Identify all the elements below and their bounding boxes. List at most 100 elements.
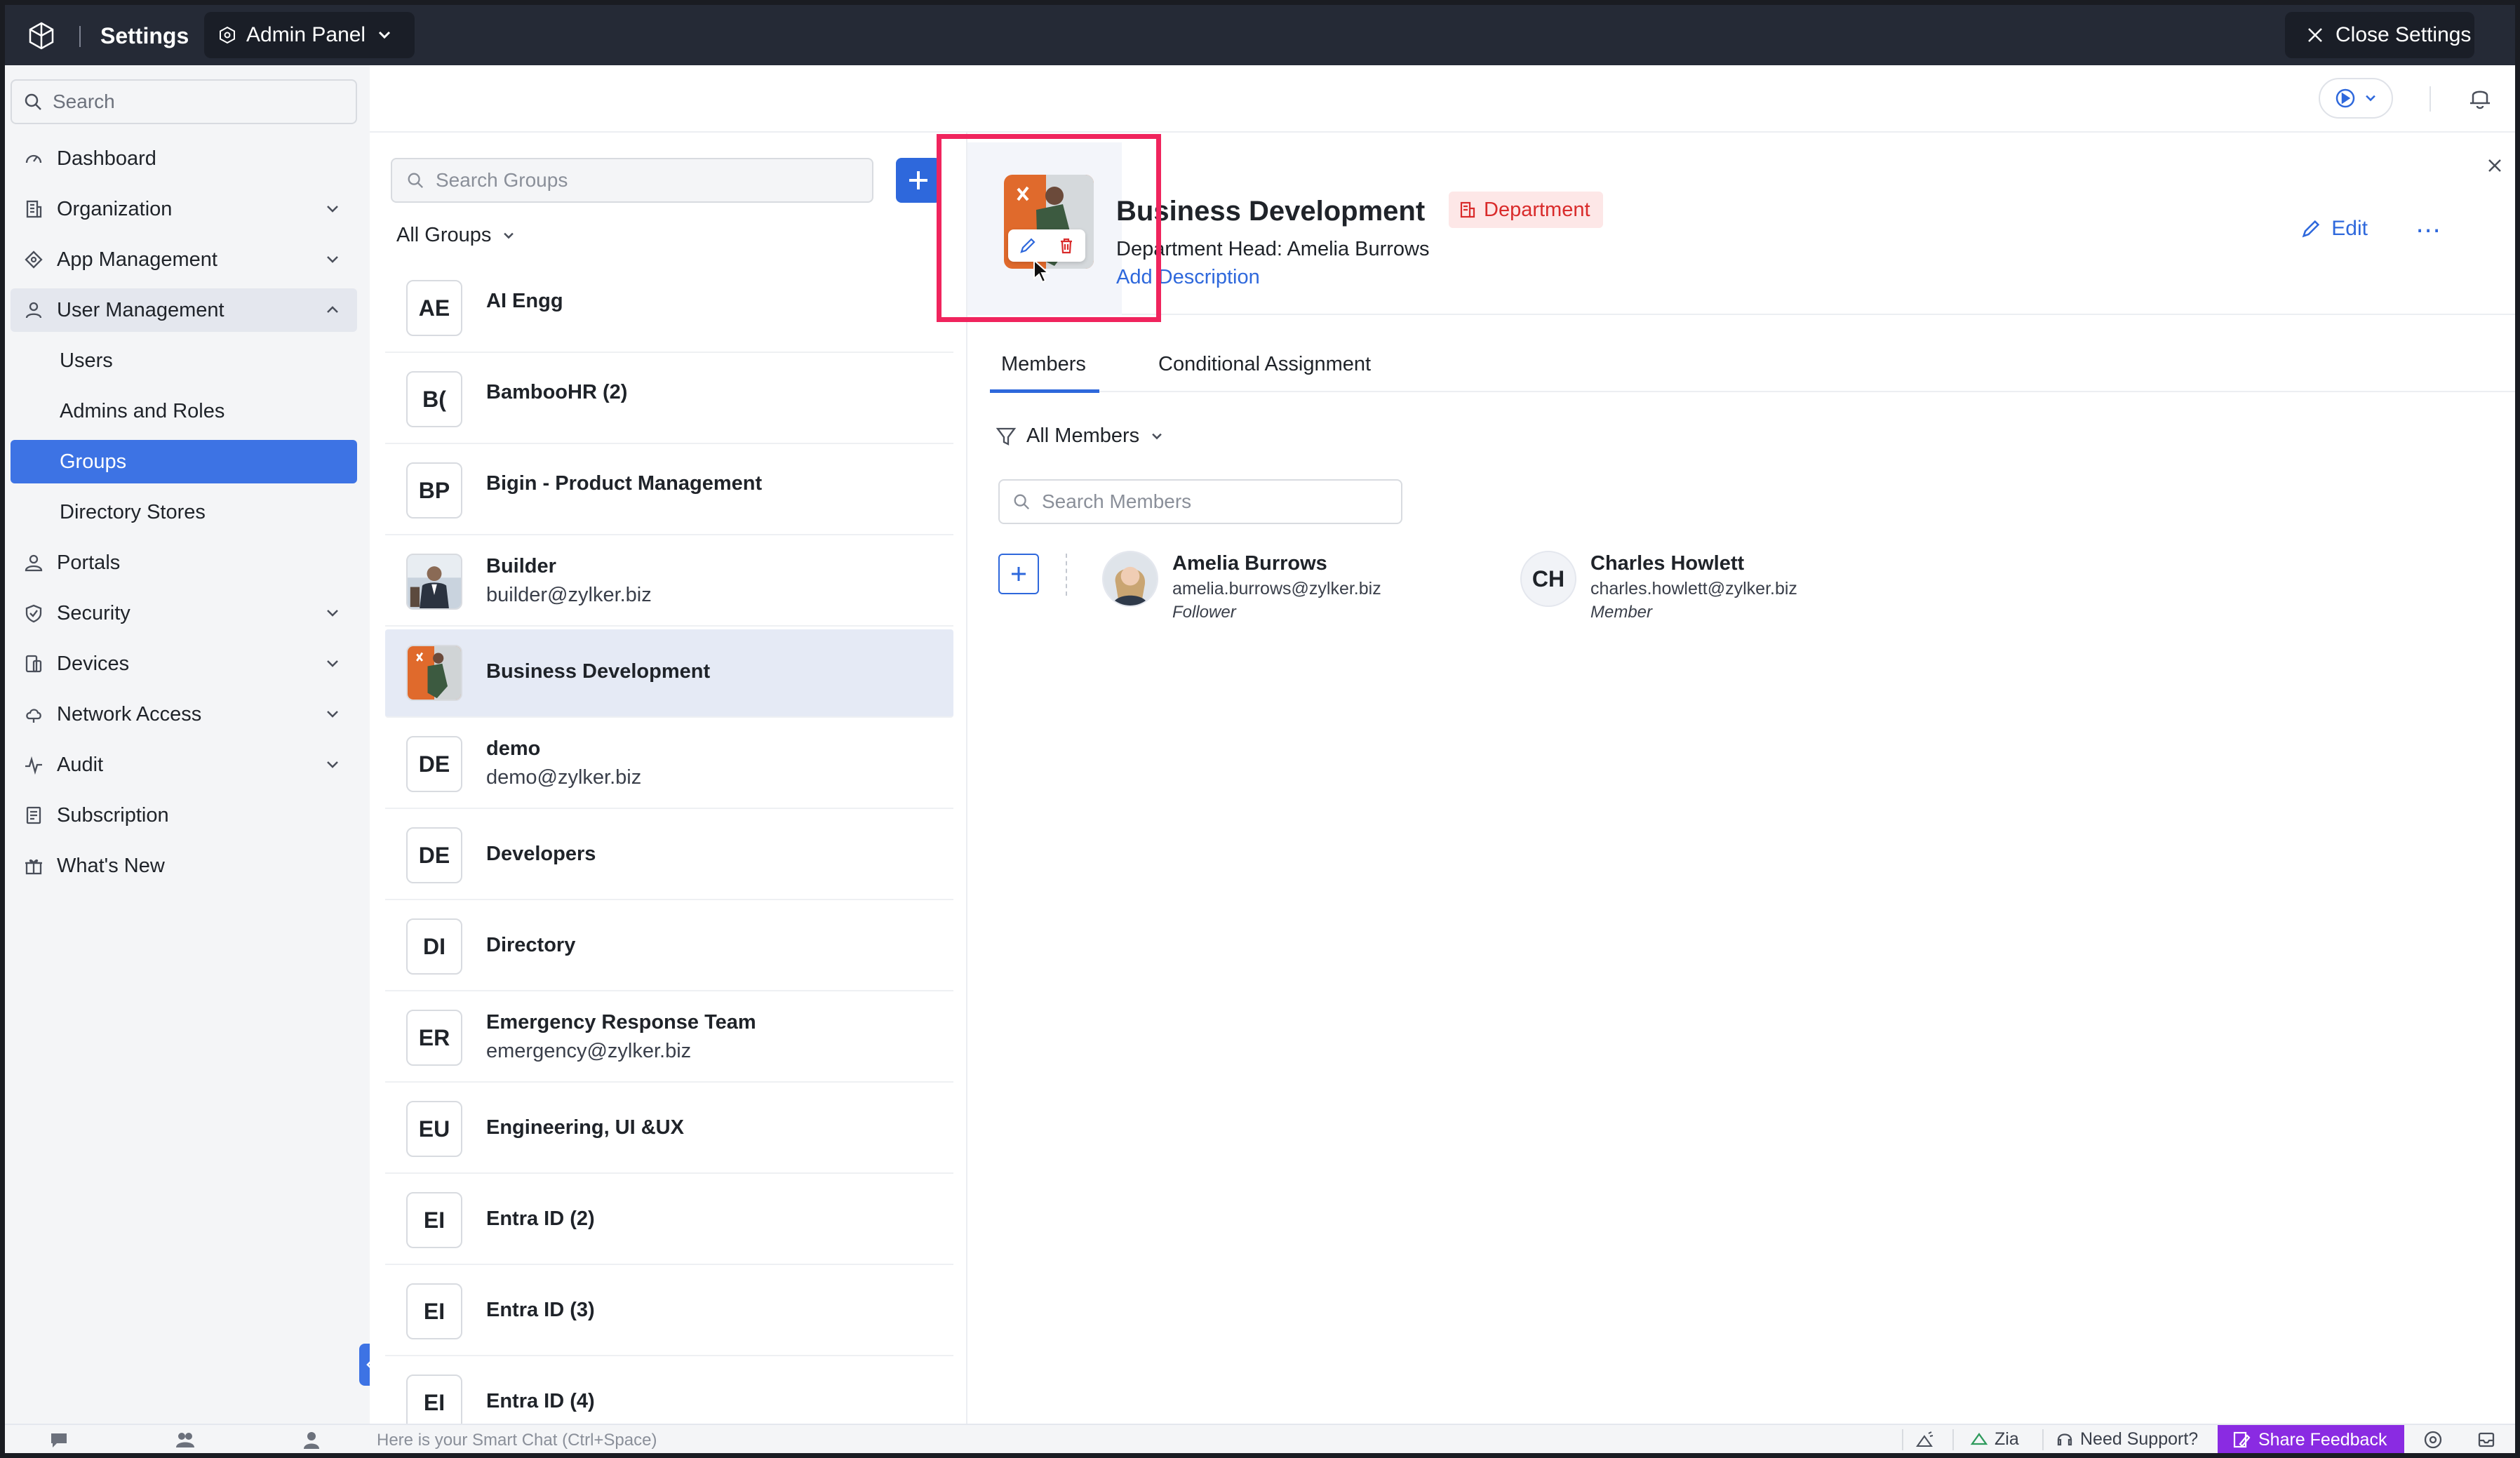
group-row[interactable]: ER Emergency Response Team emergency@zyl… [385,994,953,1083]
headset-icon [2057,1433,2072,1445]
announcement-icon[interactable] [1915,1429,1936,1450]
group-email: emergency@zylker.biz [486,1040,692,1062]
sidebar-item-label: App Management [57,248,217,271]
header-separator [2429,86,2431,112]
sidebar-item-organization[interactable]: Organization [11,187,357,231]
edit-button[interactable]: Edit [2300,217,2368,241]
group-row[interactable]: BP Bigin - Product Management [385,447,953,535]
group-row-selected[interactable]: Business Development [385,629,953,718]
sidebar-item-whats-new[interactable]: What's New [11,844,357,888]
sidebar-item-security[interactable]: Security [11,591,357,635]
zia-button[interactable]: Zia [1969,1429,2019,1450]
sidebar-item-app-management[interactable]: App Management [11,238,357,281]
sidebar-item-label: Organization [57,197,173,220]
admin-panel-dropdown[interactable]: Admin Panel [204,12,415,58]
sidebar-item-user-management[interactable]: User Management [11,288,357,332]
chevron-down-icon [504,232,514,239]
sidebar-item-admins-and-roles[interactable]: Admins and Roles [11,389,357,433]
switch-view-button[interactable] [2319,78,2393,119]
zia-icon [1970,1432,1988,1445]
group-row[interactable]: EI Entra ID (3) [385,1268,953,1356]
app-management-icon [23,249,44,270]
group-row[interactable]: B( BambooHR (2) [385,356,953,444]
sidebar-search-placeholder: Search [53,91,115,112]
sidebar-item-users[interactable]: Users [11,339,357,382]
search-groups-input[interactable]: Search Groups [391,158,873,203]
group-avatar: B( [406,371,462,427]
member-email: charles.howlett@zylker.biz [1590,579,1797,598]
group-avatar: DI [406,918,462,975]
group-row[interactable]: DE demo demo@zylker.biz [385,721,953,809]
sidebar-item-groups[interactable]: Groups [11,440,357,483]
group-row[interactable]: DE Developers [385,812,953,900]
all-groups-filter[interactable]: All Groups [396,224,516,247]
chevron-down-icon [327,610,338,617]
sidebar: Search Dashboard Organization App Manage… [5,65,370,1424]
all-members-filter[interactable]: All Members [996,424,1165,448]
group-name: demo [486,737,541,760]
tab-conditional-assignment[interactable]: Conditional Assignment [1158,353,1371,376]
add-group-button[interactable] [896,158,941,203]
sidebar-item-devices[interactable]: Devices [11,642,357,685]
search-members-input[interactable]: Search Members [998,479,1402,524]
group-avatar: DE [406,827,462,883]
sidebar-item-label: Subscription [57,803,169,827]
group-row[interactable]: DI Directory [385,903,953,991]
search-icon [1014,494,1030,510]
group-email: demo@zylker.biz [486,766,642,789]
group-name: Developers [486,843,596,865]
group-row[interactable]: Builder builder@zylker.biz [385,538,953,627]
sidebar-item-label: Directory Stores [60,500,206,523]
more-options-button[interactable]: ⋯ [2415,215,2442,245]
sidebar-item-label: Dashboard [57,147,156,170]
sidebar-item-network-access[interactable]: Network Access [11,693,357,736]
gift-icon [23,855,44,876]
group-avatar: AE [406,280,462,336]
group-row[interactable]: EU Engineering, UI &UX [385,1085,953,1174]
group-detail-header: Business Development Department Departme… [967,142,2515,315]
group-email: builder@zylker.biz [486,584,652,606]
sidebar-item-label: Network Access [57,702,202,725]
plus-icon [1012,567,1026,581]
add-member-button[interactable] [998,554,1039,594]
group-detail-panel: Business Development Department Departme… [967,133,2515,1424]
sidebar-item-portals[interactable]: Portals [11,541,357,584]
department-head-name: Amelia Burrows [1287,238,1430,260]
tab-members[interactable]: Members [1001,353,1086,376]
content-header [370,65,2515,133]
notifications-tray-icon[interactable] [2476,1429,2497,1450]
member-avatar [1102,551,1158,607]
group-row[interactable]: AE AI Engg [385,265,953,353]
pulse-icon [23,754,44,775]
close-settings-label: Close Settings [2335,23,2472,46]
sidebar-item-subscription[interactable]: Subscription [11,794,357,837]
plus-icon [909,171,927,189]
department-icon [1460,201,1475,218]
contacts-icon[interactable] [175,1429,196,1450]
bell-icon[interactable] [2466,83,2494,112]
close-panel-button[interactable] [2484,156,2505,178]
sidebar-item-audit[interactable]: Audit [11,743,357,787]
member-card[interactable]: CH Charles Howlett charles.howlett@zylke… [1520,551,1899,622]
share-feedback-label: Share Feedback [2258,1429,2387,1450]
sidebar-item-label: Admins and Roles [60,399,225,422]
sidebar-item-directory-stores[interactable]: Directory Stores [11,490,357,534]
group-name: Builder [486,555,556,577]
pencil-icon [2302,220,2320,238]
chevron-down-icon [2366,95,2375,102]
sidebar-item-dashboard[interactable]: Dashboard [11,137,357,180]
chevron-up-icon [327,306,338,313]
group-row[interactable]: EI Entra ID (2) [385,1177,953,1265]
smart-chat-input[interactable]: Here is your Smart Chat (Ctrl+Space) [377,1431,657,1450]
department-head: Department Head: Amelia Burrows [1116,238,1430,261]
need-support-button[interactable]: Need Support? [2055,1429,2198,1450]
member-card[interactable]: Amelia Burrows amelia.burrows@zylker.biz… [1102,551,1481,622]
share-feedback-button[interactable]: Share Feedback [2218,1425,2404,1453]
profile-icon[interactable] [301,1429,322,1450]
group-avatar: ER [406,1010,462,1066]
app-logo-icon[interactable] [26,20,57,51]
sidebar-search-input[interactable]: Search [11,79,357,124]
chat-icon[interactable] [48,1429,69,1450]
at-mention-icon[interactable] [2422,1429,2444,1450]
close-settings-button[interactable]: Close Settings [2285,12,2474,58]
